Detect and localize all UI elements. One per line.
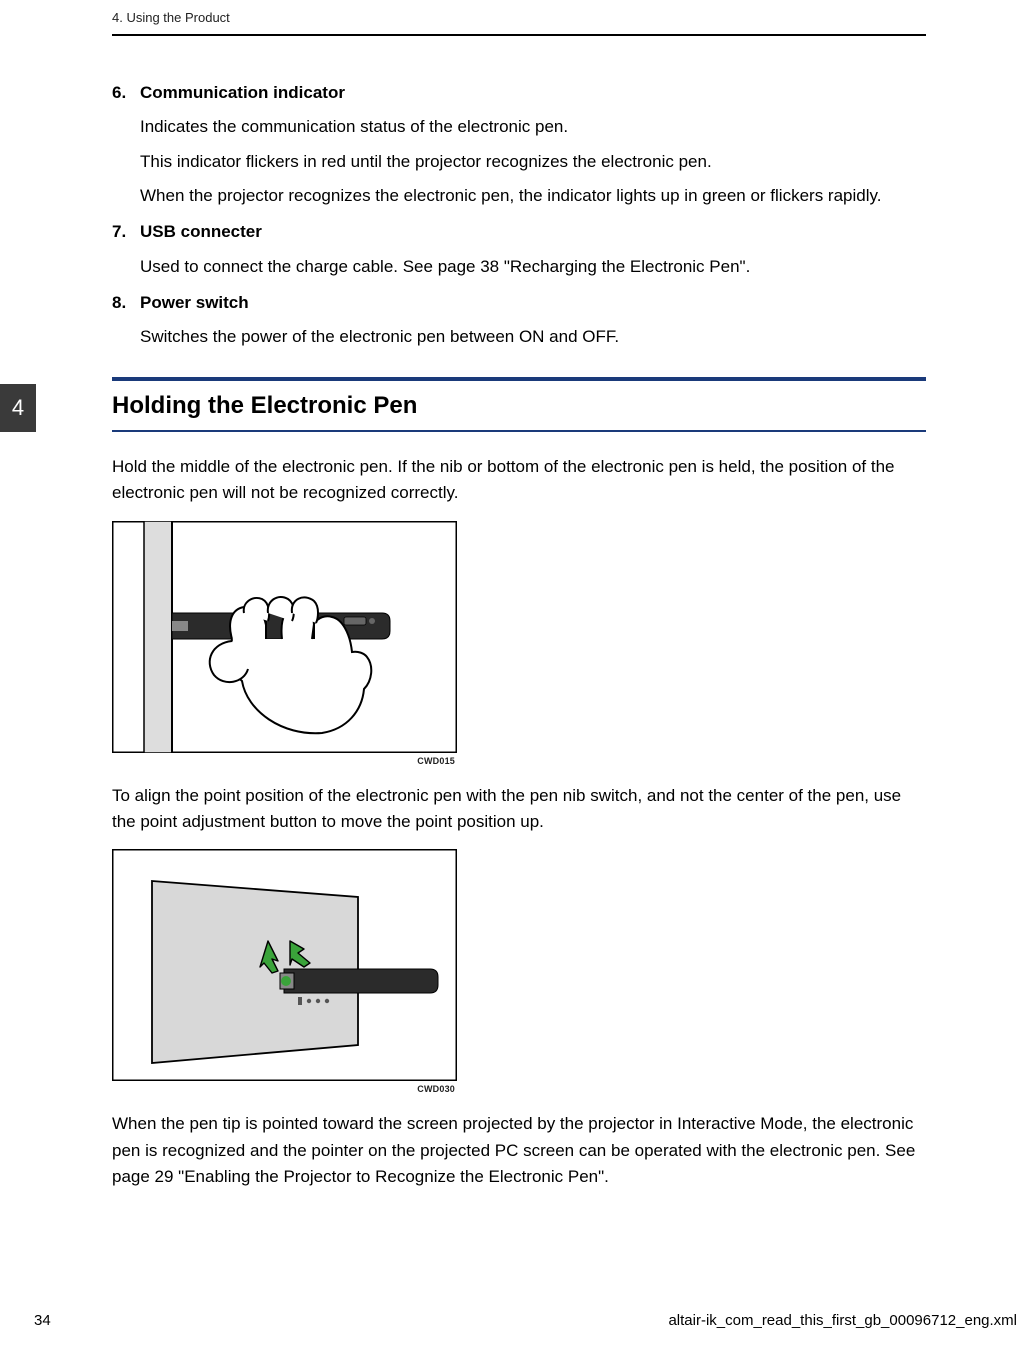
list-item-head: 6. Communication indicator — [112, 80, 926, 106]
body-paragraph: Hold the middle of the electronic pen. I… — [112, 454, 926, 507]
chapter-tab: 4 — [0, 384, 36, 432]
list-item-head: 8. Power switch — [112, 290, 926, 316]
page-footer: 34 altair-ik_com_read_this_first_gb_0009… — [34, 1309, 1016, 1332]
list-item-title: Communication indicator — [140, 83, 345, 102]
pen-hold-illustration — [112, 521, 457, 753]
list-item-title: Power switch — [140, 293, 249, 312]
page-number: 34 — [34, 1309, 51, 1332]
list-item-body: Switches the power of the electronic pen… — [140, 324, 926, 350]
body-paragraph: To align the point position of the elect… — [112, 783, 926, 836]
figure-pen-pointer: CWD030 — [112, 849, 457, 1097]
list-item: 7. USB connecter Used to connect the cha… — [112, 219, 926, 280]
body-paragraph: When the projector recognizes the electr… — [140, 183, 926, 209]
figure-caption: CWD030 — [112, 1083, 457, 1097]
list-item: 8. Power switch Switches the power of th… — [112, 290, 926, 351]
list-item: 6. Communication indicator Indicates the… — [112, 80, 926, 209]
figure-caption: CWD015 — [112, 755, 457, 769]
content-area: 6. Communication indicator Indicates the… — [112, 80, 926, 1204]
list-item-body: Used to connect the charge cable. See pa… — [140, 254, 926, 280]
pen-pointer-illustration — [112, 849, 457, 1081]
section-title: Holding the Electronic Pen — [112, 381, 926, 430]
list-item-body: Indicates the communication status of th… — [140, 114, 926, 209]
page: 4. Using the Product 4 6. Communication … — [0, 0, 1016, 1364]
chapter-tab-number: 4 — [12, 391, 24, 425]
figure-hand-holding-pen: CWD015 — [112, 521, 457, 769]
section-heading: Holding the Electronic Pen — [112, 377, 926, 432]
rule-thin — [112, 430, 926, 432]
list-item-head: 7. USB connecter — [112, 219, 926, 245]
list-item-number: 6. — [112, 80, 126, 106]
list-item-number: 8. — [112, 290, 126, 316]
chapter-label: 4. Using the Product — [112, 10, 230, 25]
body-paragraph: This indicator flickers in red until the… — [140, 149, 926, 175]
body-paragraph: Switches the power of the electronic pen… — [140, 324, 926, 350]
body-paragraph: Used to connect the charge cable. See pa… — [140, 254, 926, 280]
list-item-number: 7. — [112, 219, 126, 245]
running-header: 4. Using the Product — [112, 8, 926, 36]
source-file-label: altair-ik_com_read_this_first_gb_0009671… — [668, 1309, 1016, 1332]
body-paragraph: Indicates the communication status of th… — [140, 114, 926, 140]
list-item-title: USB connecter — [140, 222, 262, 241]
body-paragraph: When the pen tip is pointed toward the s… — [112, 1111, 926, 1190]
